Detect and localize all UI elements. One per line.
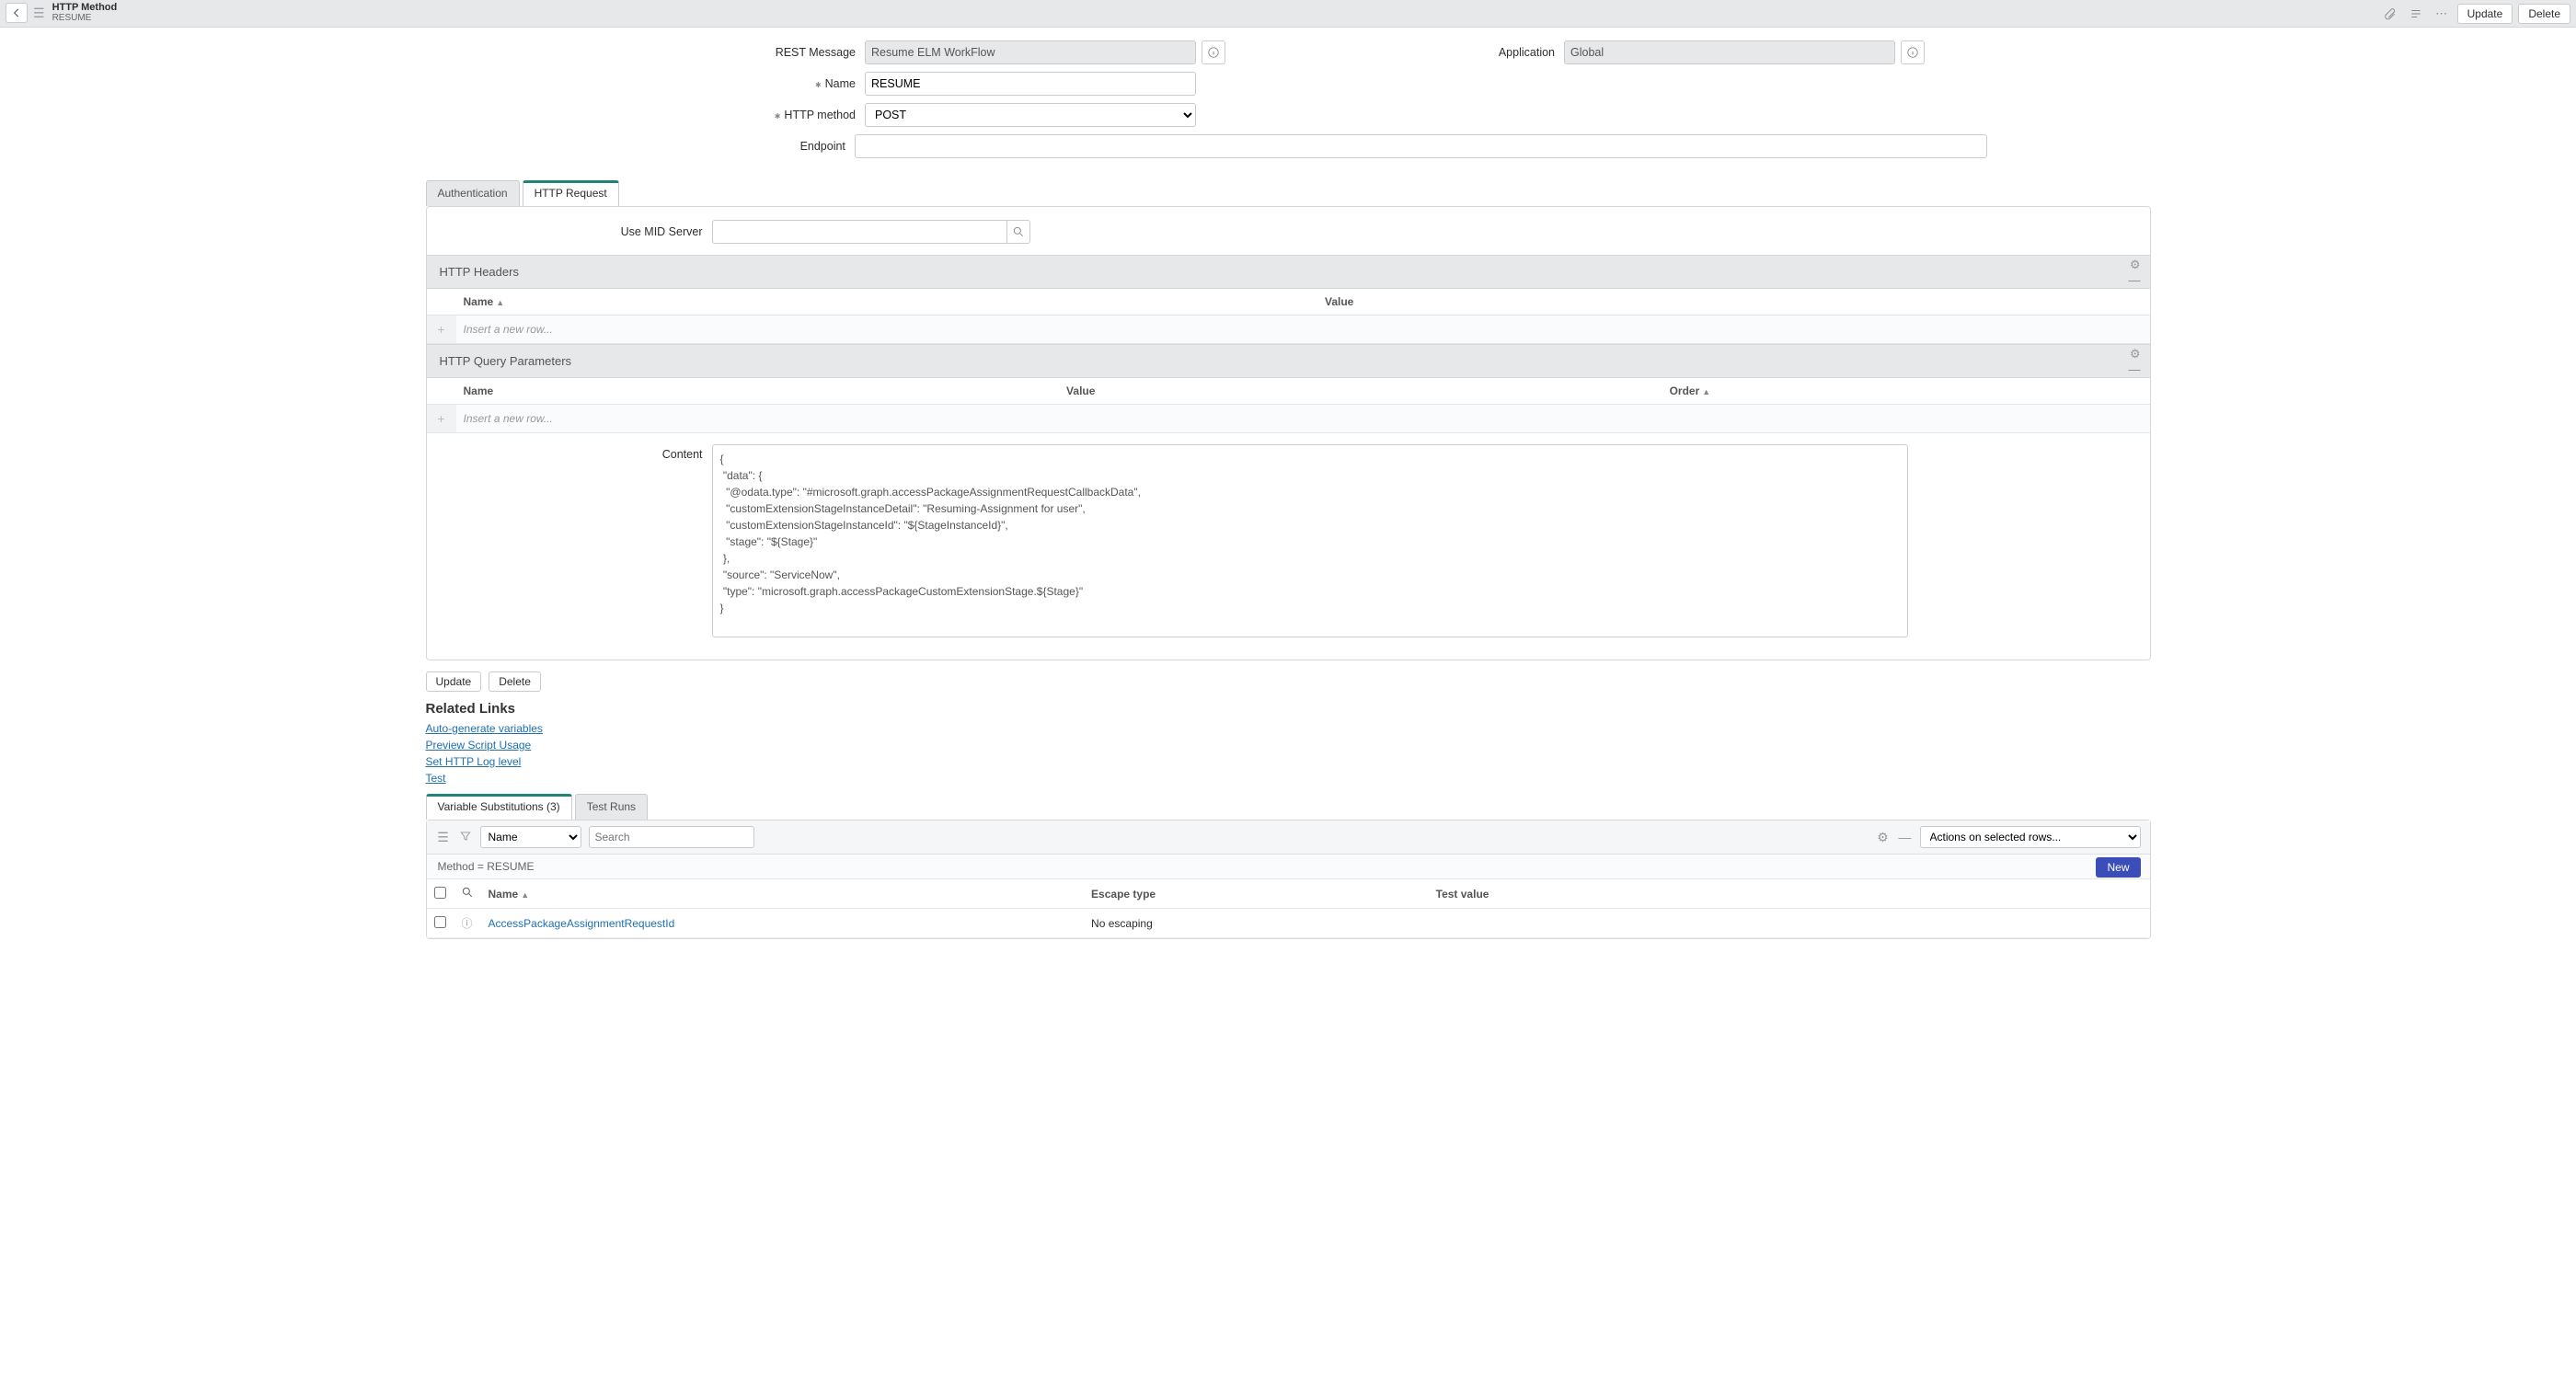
lower-tabs: Variable Substitutions (3) Test Runs (426, 794, 2151, 820)
related-links-title: Related Links (426, 701, 2151, 717)
rest-message-info-button[interactable] (1202, 40, 1225, 64)
menu-icon[interactable]: ☰ (33, 6, 45, 21)
col-header-testvalue[interactable]: Test value (1429, 879, 2150, 909)
http-query-params-section-header: HTTP Query Parameters ⚙ — (427, 344, 2150, 378)
http-headers-section-header: HTTP Headers ⚙ — (427, 255, 2150, 289)
row-search-header (454, 879, 481, 909)
application-info-button[interactable] (1901, 40, 1925, 64)
col-header-name[interactable]: Name (464, 295, 494, 308)
collapse-icon[interactable]: — (2129, 272, 2141, 286)
content-textarea[interactable] (712, 444, 1908, 637)
sort-asc-icon: ▲ (496, 298, 504, 307)
link-auto-generate-variables[interactable]: Auto-generate variables (426, 720, 2151, 737)
related-links: Related Links Auto-generate variables Pr… (426, 701, 2151, 786)
filter-icon[interactable] (458, 830, 473, 845)
collapse-icon[interactable]: — (1898, 830, 1913, 844)
http-request-panel: Use MID Server HTTP Headers ⚙ — Name▲ Va… (426, 206, 2151, 660)
chevron-left-icon (10, 6, 23, 19)
label-application: Application (1288, 46, 1564, 59)
mid-server-input[interactable] (712, 220, 1006, 244)
more-icon[interactable]: ⋯ (2432, 4, 2452, 24)
col-header-escape[interactable]: Escape type (1084, 879, 1429, 909)
list-search-input[interactable] (589, 826, 754, 848)
form-section: REST Message Application Name HTTP metho… (0, 28, 2576, 177)
update-button-bottom[interactable]: Update (426, 671, 482, 692)
gear-icon[interactable]: ⚙ (1876, 830, 1891, 845)
list-toolbar: ☰ Name ⚙ — Actions on selected rows... N… (427, 820, 2150, 855)
tab-test-runs[interactable]: Test Runs (575, 794, 648, 820)
add-row-icon[interactable]: + (427, 316, 456, 344)
tab-authentication[interactable]: Authentication (426, 180, 520, 206)
update-button-top[interactable]: Update (2457, 4, 2513, 24)
tab-http-request[interactable]: HTTP Request (523, 180, 619, 206)
info-icon (1207, 46, 1220, 59)
application-field[interactable] (1564, 40, 1895, 64)
info-icon (1906, 46, 1919, 59)
col-header-name[interactable]: Name (489, 888, 519, 901)
link-preview-script-usage[interactable]: Preview Script Usage (426, 737, 2151, 753)
label-http-method: HTTP method (589, 109, 865, 121)
label-content: Content (436, 444, 712, 637)
sort-asc-icon: ▲ (521, 890, 529, 900)
row-checkbox[interactable] (434, 916, 446, 928)
upper-tabs: Authentication HTTP Request (426, 180, 2151, 206)
params-insert-row[interactable]: + Insert a new row... (427, 405, 2150, 433)
bottom-button-row: Update Delete (426, 671, 2151, 692)
rest-message-field[interactable] (865, 40, 1196, 64)
list-menu-icon[interactable]: ☰ (436, 830, 451, 845)
search-icon (461, 886, 474, 899)
link-set-http-log-level[interactable]: Set HTTP Log level (426, 753, 2151, 770)
row-info-icon[interactable]: ⓘ (454, 909, 481, 938)
http-headers-table: Name▲ Value + Insert a new row... (427, 289, 2150, 344)
col-header-name[interactable]: Name (456, 378, 1060, 405)
tab-variable-substitutions[interactable]: Variable Substitutions (3) (426, 794, 572, 820)
name-field[interactable] (865, 72, 1196, 96)
label-mid-server: Use MID Server (436, 225, 712, 238)
top-bar: ☰ HTTP Method RESUME ⋯ Update Delete (0, 0, 2576, 28)
variable-substitutions-panel: ☰ Name ⚙ — Actions on selected rows... N… (426, 820, 2151, 939)
mid-server-lookup-button[interactable] (1006, 220, 1030, 244)
attachment-icon[interactable] (2380, 4, 2400, 24)
label-name: Name (589, 77, 865, 90)
search-icon (1012, 225, 1025, 238)
row-escape: No escaping (1084, 909, 1429, 938)
variable-substitutions-table: Name▲ Escape type Test value ⓘ AccessPac… (427, 879, 2150, 938)
search-field-select[interactable]: Name (480, 826, 581, 848)
col-header-value[interactable]: Value (1059, 378, 1662, 405)
http-headers-title: HTTP Headers (440, 265, 519, 279)
gear-icon[interactable]: ⚙ (2130, 258, 2141, 271)
delete-button-top[interactable]: Delete (2518, 4, 2570, 24)
link-test[interactable]: Test (426, 770, 2151, 786)
label-rest-message: REST Message (589, 46, 865, 59)
new-button[interactable]: New (2096, 857, 2140, 878)
col-header-order[interactable]: Order (1670, 384, 1700, 397)
row-name-link[interactable]: AccessPackageAssignmentRequestId (489, 917, 675, 930)
select-all-checkbox[interactable] (434, 887, 446, 899)
page-subtitle: RESUME (52, 14, 118, 24)
gear-icon[interactable]: ⚙ (2130, 347, 2141, 361)
endpoint-field[interactable] (855, 134, 1987, 158)
delete-button-bottom[interactable]: Delete (489, 671, 541, 692)
add-row-icon[interactable]: + (427, 405, 456, 433)
headers-insert-row[interactable]: + Insert a new row... (427, 316, 2150, 344)
table-row[interactable]: ⓘ AccessPackageAssignmentRequestId No es… (427, 909, 2150, 938)
http-method-select[interactable]: POST (865, 103, 1196, 127)
row-testvalue (1429, 909, 2150, 938)
sort-asc-icon: ▲ (1702, 387, 1710, 396)
http-query-params-table: Name Value Order▲ + Insert a new row... (427, 378, 2150, 433)
page-title-block: HTTP Method RESUME (52, 3, 118, 23)
back-button[interactable] (6, 3, 28, 23)
http-query-params-title: HTTP Query Parameters (440, 354, 572, 368)
activity-icon[interactable] (2406, 4, 2426, 24)
col-header-value[interactable]: Value (1317, 289, 2150, 316)
label-endpoint: Endpoint (589, 140, 855, 153)
collapse-icon[interactable]: — (2129, 361, 2141, 375)
actions-select[interactable]: Actions on selected rows... (1920, 826, 2141, 848)
